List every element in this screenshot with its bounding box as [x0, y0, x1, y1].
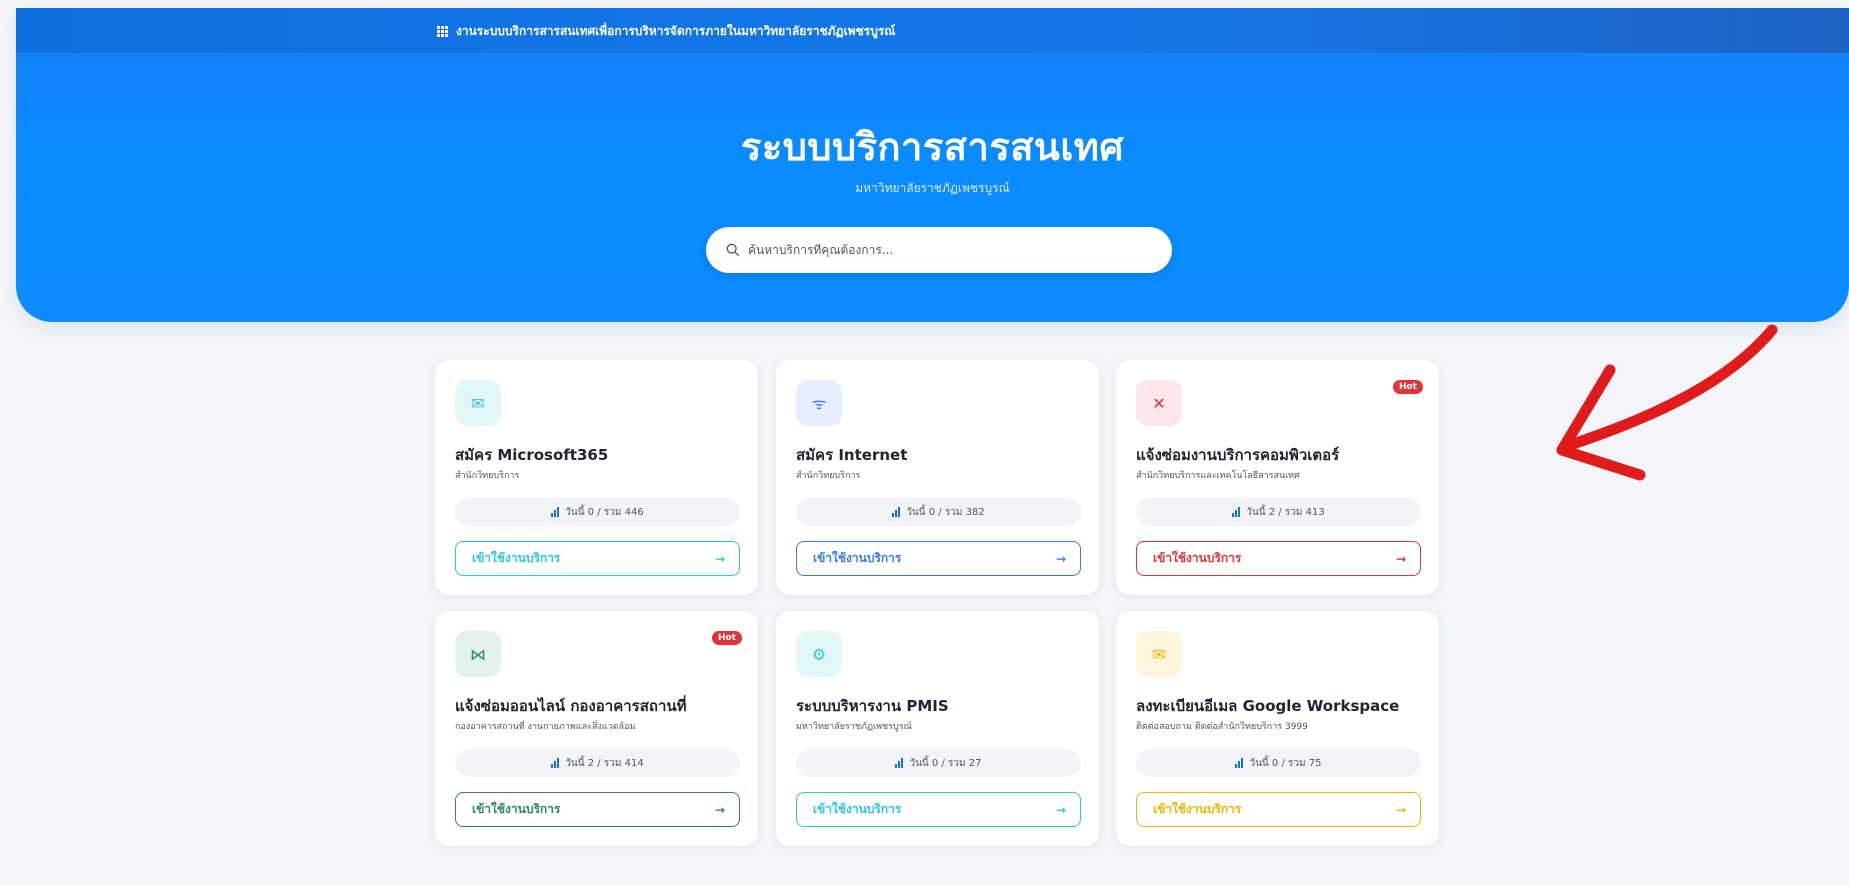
enter-service-label: เข้าใช้งานบริการ	[1153, 551, 1242, 565]
service-card[interactable]: ✕ Hot แจ้งซ่อมงานบริการคอมพิวเตอร์สำนักวิท…	[1116, 360, 1439, 595]
annotation-arrow	[1556, 324, 1778, 481]
card-department: กองอาคารสถานที่ งานกายภาพและสิ่งแวดล้อม	[455, 722, 636, 732]
service-card[interactable]: ᯤ สมัคร Internet สำนักวิทยบริการวันนี้ 0 /…	[776, 360, 1099, 595]
usage-stat: วันนี้ 0 / รวม 446	[455, 498, 740, 526]
enter-service-label: เข้าใช้งานบริการ	[472, 551, 561, 565]
enter-service-button[interactable]: เข้าใช้งานบริการ →	[455, 541, 740, 576]
arrow-right-icon: →	[1055, 802, 1066, 817]
search-bar[interactable]	[706, 227, 1172, 273]
service-card[interactable]: ⋈ Hot แจ้งซ่อมออนไลน์ กองอาคารสถานที่กองอา…	[435, 611, 758, 846]
search-icon	[726, 243, 740, 257]
card-department: ติดต่อสอบถาม ติดต่อสำนักวิทยบริการ 3999	[1136, 722, 1308, 732]
hot-badge: Hot	[711, 631, 742, 645]
page-subtitle: มหาวิทยาลัยราชภัฏเพชรบูรณ์	[855, 181, 1010, 195]
enter-service-label: เข้าใช้งานบริการ	[813, 551, 902, 565]
enter-service-label: เข้าใช้งานบริการ	[472, 802, 561, 816]
usage-stat: วันนี้ 0 / รวม 75	[1136, 749, 1421, 777]
usage-stat: วันนี้ 2 / รวม 413	[1136, 498, 1421, 526]
hero-banner: งานระบบบริการสารสนเทศเพื่อการบริหารจัดกา…	[16, 8, 1849, 322]
usage-stat-text: วันนี้ 0 / รวม 27	[909, 757, 982, 769]
page: งานระบบบริการสารสนเทศเพื่อการบริหารจัดกา…	[0, 0, 1849, 885]
arrow-right-icon: →	[1395, 551, 1406, 566]
wrench-icon: ⋈	[455, 631, 501, 677]
bar-chart-icon	[551, 507, 560, 517]
usage-stat-text: วันนี้ 0 / รวม 382	[906, 506, 985, 518]
enter-service-button[interactable]: เข้าใช้งานบริการ →	[1136, 792, 1421, 827]
enter-service-button[interactable]: เข้าใช้งานบริการ →	[796, 792, 1081, 827]
usage-stat-text: วันนี้ 2 / รวม 414	[565, 757, 644, 769]
bar-chart-icon	[1232, 507, 1241, 517]
enter-service-label: เข้าใช้งานบริการ	[1153, 802, 1242, 816]
hot-badge: Hot	[1392, 380, 1423, 394]
usage-stat-text: วันนี้ 0 / รวม 75	[1249, 757, 1322, 769]
top-bar-title: งานระบบบริการสารสนเทศเพื่อการบริหารจัดกา…	[456, 24, 896, 38]
page-title: ระบบบริการสารสนเทศ	[740, 125, 1125, 169]
enter-service-button[interactable]: เข้าใช้งานบริการ →	[796, 541, 1081, 576]
arrow-right-icon: →	[1395, 802, 1406, 817]
arrow-right-icon: →	[1055, 551, 1066, 566]
enter-service-button[interactable]: เข้าใช้งานบริการ →	[455, 792, 740, 827]
bar-chart-icon	[1235, 758, 1244, 768]
mail-icon: ✉	[1136, 631, 1182, 677]
enter-service-label: เข้าใช้งานบริการ	[813, 802, 902, 816]
bar-chart-icon	[892, 507, 901, 517]
card-department: สำนักวิทยบริการและเทคโนโลยีสารสนเทศ	[1136, 471, 1300, 481]
card-department: สำนักวิทยบริการ	[796, 471, 861, 481]
top-bar: งานระบบบริการสารสนเทศเพื่อการบริหารจัดกา…	[16, 8, 1849, 53]
bar-chart-icon	[895, 758, 904, 768]
usage-stat-text: วันนี้ 0 / รวม 446	[565, 506, 644, 518]
card-title: สมัคร Internet	[796, 446, 908, 464]
grid-icon[interactable]	[437, 26, 448, 37]
enter-service-button[interactable]: เข้าใช้งานบริการ →	[1136, 541, 1421, 576]
gear-icon: ⚙	[796, 631, 842, 677]
service-card[interactable]: ⚙ ระบบบริหารงาน PMIS มหาวิทยาลัยราชภัฏเพชร…	[776, 611, 1099, 846]
usage-stat: วันนี้ 0 / รวม 382	[796, 498, 1081, 526]
card-title: ลงทะเบียนอีเมล Google Workspace	[1136, 697, 1400, 715]
arrow-right-icon: →	[714, 551, 725, 566]
card-title: สมัคร Microsoft365	[455, 446, 609, 464]
search-input[interactable]	[748, 243, 1148, 257]
card-department: มหาวิทยาลัยราชภัฏเพชรบูรณ์	[796, 722, 912, 732]
card-department: สำนักวิทยบริการ	[455, 471, 520, 481]
service-card[interactable]: ✉ สมัคร Microsoft365 สำนักวิทยบริการวันนี้…	[435, 360, 758, 595]
card-title: แจ้งซ่อมออนไลน์ กองอาคารสถานที่	[455, 697, 687, 715]
service-card[interactable]: ✉ ลงทะเบียนอีเมล Google Workspace ติดต่อสอ…	[1116, 611, 1439, 846]
bar-chart-icon	[551, 758, 560, 768]
usage-stat: วันนี้ 2 / รวม 414	[455, 749, 740, 777]
usage-stat: วันนี้ 0 / รวม 27	[796, 749, 1081, 777]
tools-icon: ✕	[1136, 380, 1182, 426]
arrow-right-icon: →	[714, 802, 725, 817]
usage-stat-text: วันนี้ 2 / รวม 413	[1246, 506, 1325, 518]
mail-icon: ✉	[455, 380, 501, 426]
card-title: แจ้งซ่อมงานบริการคอมพิวเตอร์	[1136, 446, 1340, 464]
card-title: ระบบบริหารงาน PMIS	[796, 697, 949, 715]
wifi-icon: ᯤ	[796, 380, 842, 426]
